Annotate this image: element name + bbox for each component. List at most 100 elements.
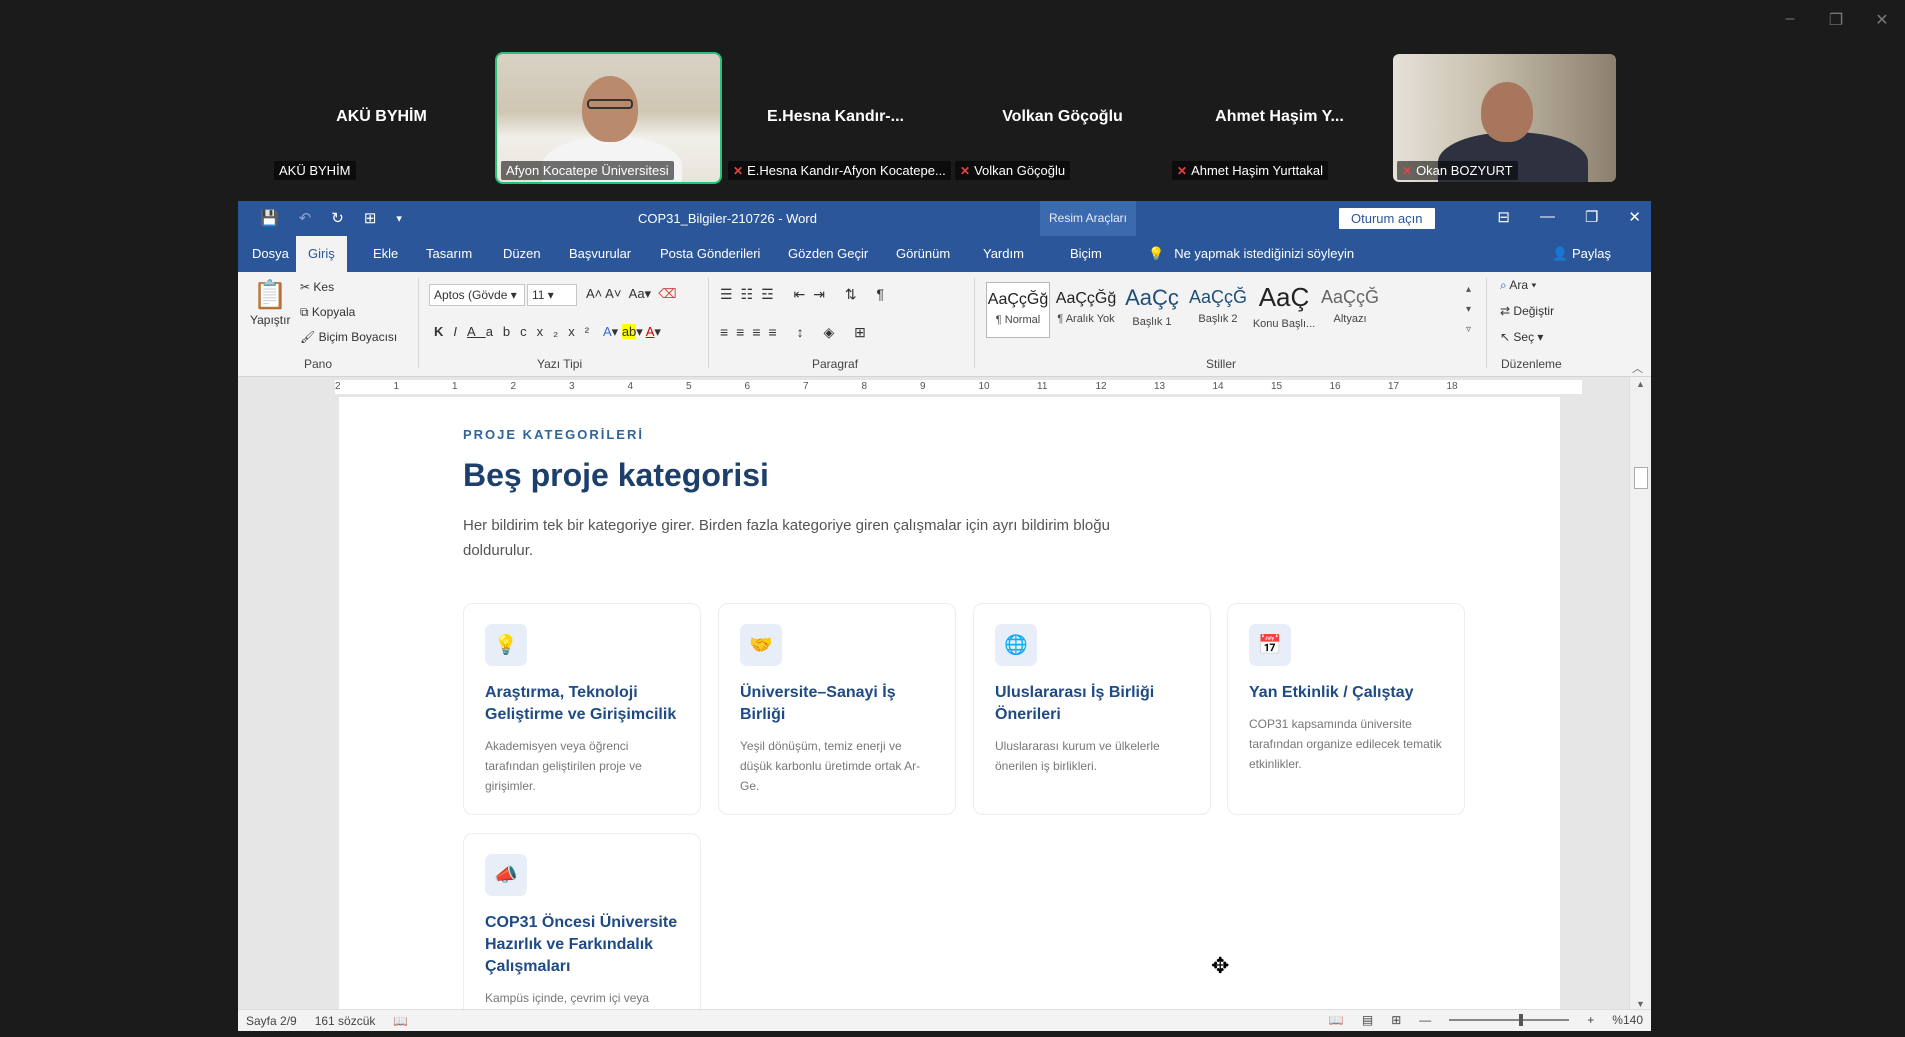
clear-format-icon[interactable]: ⌫ <box>658 286 676 301</box>
participant-tile[interactable]: AKÜ BYHİM AKÜ BYHİM <box>270 54 493 182</box>
mic-muted-icon: ✕ <box>733 163 744 178</box>
font-style-buttons[interactable]: KIAabcx₂x² <box>434 324 599 339</box>
participant-video-tile[interactable]: Afyon Kocatepe Üniversitesi <box>495 52 722 184</box>
category-card: 📅 Yan Etkinlik / Çalıştay COP31 kapsamın… <box>1227 603 1465 815</box>
find-button[interactable]: ⌕ Ara ▾ <box>1500 278 1536 293</box>
globe-icon: 🌐 <box>995 624 1037 666</box>
list-buttons[interactable]: ☰☷☲ ⇤⇥ ⇅ ¶ <box>720 286 892 303</box>
participant-video-tile[interactable]: ✕ Okan BOZYURT <box>1393 54 1616 182</box>
copy-icon: ⧉ <box>300 305 309 319</box>
style-no-spacing[interactable]: AaÇçĞğ ¶ Aralık Yok <box>1054 282 1118 338</box>
ruler-number: 6 <box>744 381 751 392</box>
meeting-window-controls: – ❐ ✕ <box>1781 10 1891 30</box>
share-button[interactable]: 👤 Paylaş <box>1552 246 1611 262</box>
word-count[interactable]: 161 sözcük <box>315 1014 376 1028</box>
ruler-number: 5 <box>686 381 692 392</box>
font-color-buttons[interactable]: A▾ ab▾ A▾ <box>603 324 661 340</box>
redo-icon[interactable]: ↻ <box>331 209 344 227</box>
customize-qat-icon[interactable]: ▾ <box>396 212 402 227</box>
cursor-icon: ↖ <box>1500 330 1511 344</box>
participant-label: ✕ Ahmet Haşim Yurttakal <box>1172 161 1329 180</box>
ribbon-display-icon[interactable]: ⊟ <box>1497 208 1510 226</box>
paste-button[interactable]: 📋 Yapıştır <box>250 278 290 327</box>
tab-giris[interactable]: Giriş <box>296 236 347 272</box>
restore-icon[interactable]: ❐ <box>1827 10 1845 30</box>
tab-bicim[interactable]: Biçim <box>1070 246 1102 261</box>
mic-muted-icon: ✕ <box>960 163 971 178</box>
style-normal[interactable]: AaÇçĞğ ¶ Normal <box>986 282 1050 338</box>
window-buttons: ⊟ — ❐ ✕ <box>1497 208 1641 226</box>
zoom-out-icon[interactable]: — <box>1419 1013 1431 1027</box>
ruler-number: 8 <box>861 381 868 392</box>
group-label-font: Yazı Tipi <box>537 357 583 371</box>
tab-gorunum[interactable]: Görünüm <box>896 246 950 261</box>
collapse-ribbon-icon[interactable]: ︿ <box>1632 360 1643 376</box>
scroll-down-icon[interactable]: ▼ <box>1630 999 1651 1009</box>
tell-me-box[interactable]: 💡 Ne yapmak istediğinizi söyleyin <box>1148 246 1354 262</box>
group-label-editing: Düzenleme <box>1501 357 1562 371</box>
font-size-select[interactable]: 11 ▾ <box>527 284 577 306</box>
font-name-select[interactable]: Aptos (Gövde ▾ <box>429 284 525 306</box>
style-subtitle[interactable]: AaÇçĞ Altyazı <box>1318 282 1382 338</box>
participant-tile[interactable]: E.Hesna Kandır-... ✕ E.Hesna Kandır-Afyon… <box>724 54 951 182</box>
ruler-number: 4 <box>627 381 634 392</box>
save-icon[interactable]: 💾 <box>260 209 279 227</box>
person-icon: 👤 <box>1552 246 1569 261</box>
tab-gozden-gecir[interactable]: Gözden Geçir <box>788 246 868 261</box>
restore-icon[interactable]: ❐ <box>1585 208 1598 226</box>
style-title[interactable]: AaÇ Konu Başlı... <box>1252 282 1316 338</box>
vertical-scrollbar[interactable]: ▲ ▼ <box>1629 377 1651 1011</box>
page-indicator[interactable]: Sayfa 2/9 <box>246 1014 297 1028</box>
format-painter-button[interactable]: 🖌 Biçim Boyacısı <box>300 330 397 344</box>
scroll-thumb[interactable] <box>1634 467 1648 489</box>
ruler-number: 17 <box>1388 381 1400 392</box>
tab-posta[interactable]: Posta Gönderileri <box>660 246 760 261</box>
participant-tile[interactable]: Ahmet Haşim Y... ✕ Ahmet Haşim Yurttakal <box>1168 54 1391 182</box>
close-icon[interactable]: ✕ <box>1873 10 1891 30</box>
ruler-number: 2 <box>510 381 517 392</box>
select-button[interactable]: ↖ Seç ▾ <box>1500 330 1543 344</box>
tab-yardim[interactable]: Yardım <box>983 246 1024 261</box>
group-label-pano: Pano <box>304 357 333 371</box>
group-label-paragraph: Paragraf <box>812 357 859 371</box>
zoom-in-icon[interactable]: + <box>1587 1013 1594 1027</box>
close-icon[interactable]: ✕ <box>1628 208 1641 226</box>
touch-mode-icon[interactable]: ⊞ <box>364 209 377 227</box>
lightbulb-icon: 💡 <box>485 624 527 666</box>
minimize-icon[interactable]: — <box>1540 208 1555 226</box>
minimize-icon[interactable]: – <box>1781 10 1799 30</box>
proofing-icon[interactable]: 📖 <box>393 1014 408 1028</box>
tab-tasarim[interactable]: Tasarım <box>426 246 472 261</box>
style-heading1[interactable]: AaÇç Başlık 1 <box>1120 282 1184 338</box>
styles-scroll[interactable]: ▴ ▾ ▿ <box>1466 280 1471 340</box>
undo-icon[interactable]: ↶ <box>299 209 312 227</box>
signin-button[interactable]: Oturum açın <box>1339 208 1435 229</box>
group-label-styles: Stiller <box>1206 357 1237 371</box>
zoom-slider[interactable] <box>1449 1014 1570 1026</box>
cut-button[interactable]: ✂ Kes <box>300 280 334 294</box>
zoom-level[interactable]: %140 <box>1612 1013 1643 1027</box>
tab-ekle[interactable]: Ekle <box>373 246 398 261</box>
print-layout-icon[interactable]: ▤ <box>1362 1013 1373 1027</box>
category-card: 📣 COP31 Öncesi Üniversite Hazırlık ve Fa… <box>463 833 701 1011</box>
scroll-up-icon[interactable]: ▲ <box>1630 379 1651 389</box>
participant-name: Volkan Göçoğlu <box>1002 108 1123 125</box>
web-layout-icon[interactable]: ⊞ <box>1391 1013 1401 1027</box>
tab-duzen[interactable]: Düzen <box>503 246 541 261</box>
alignment-buttons[interactable]: ≡≡≡≡ ↕ ◈ ⊞ <box>720 324 874 341</box>
title-bar: 💾 ↶ ↻ ⊞ ▾ COP31_Bilgiler-210726 - Word R… <box>238 201 1651 236</box>
tab-basvurular[interactable]: Başvurular <box>569 246 631 261</box>
ruler-number: 15 <box>1271 381 1283 392</box>
ruler-number: 13 <box>1154 381 1166 392</box>
style-heading2[interactable]: AaÇçĞ Başlık 2 <box>1186 282 1250 338</box>
category-card: 🤝 Üniversite–Sanayi İş Birliği Yeşil dön… <box>718 603 956 815</box>
read-mode-icon[interactable]: 📖 <box>1329 1013 1344 1027</box>
replace-button[interactable]: ⇄ Değiştir <box>1500 304 1554 318</box>
copy-button[interactable]: ⧉ Kopyala <box>300 305 355 320</box>
participant-name: AKÜ BYHİM <box>336 108 427 125</box>
mic-muted-icon: ✕ <box>1177 163 1188 178</box>
participant-label: AKÜ BYHİM <box>274 161 356 180</box>
font-grow-shrink[interactable]: A˄ A˅ Aa▾ ⌫ <box>586 286 677 302</box>
tab-dosya[interactable]: Dosya <box>252 246 289 261</box>
participant-tile[interactable]: Volkan Göçoğlu ✕ Volkan Göçoğlu <box>951 54 1174 182</box>
